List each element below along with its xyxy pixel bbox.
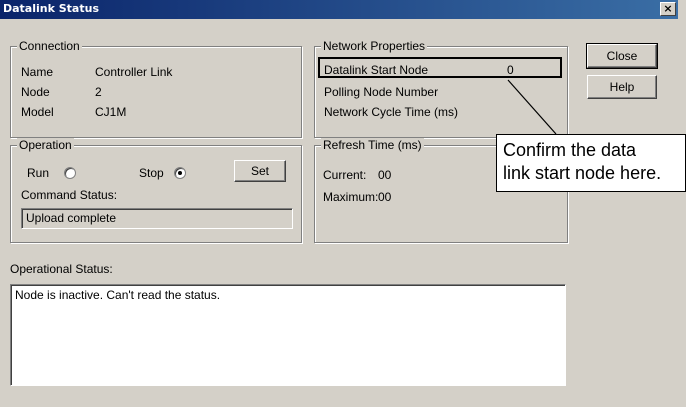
callout-line-2: link start node here. bbox=[503, 163, 662, 183]
callout-line-1: Confirm the data bbox=[503, 140, 637, 160]
datalink-status-dialog: Datalink Status × Connection Name Contro… bbox=[0, 0, 686, 407]
callout-leader-line bbox=[507, 79, 557, 135]
annotation-callout: Confirm the data link start node here. bbox=[496, 134, 686, 192]
